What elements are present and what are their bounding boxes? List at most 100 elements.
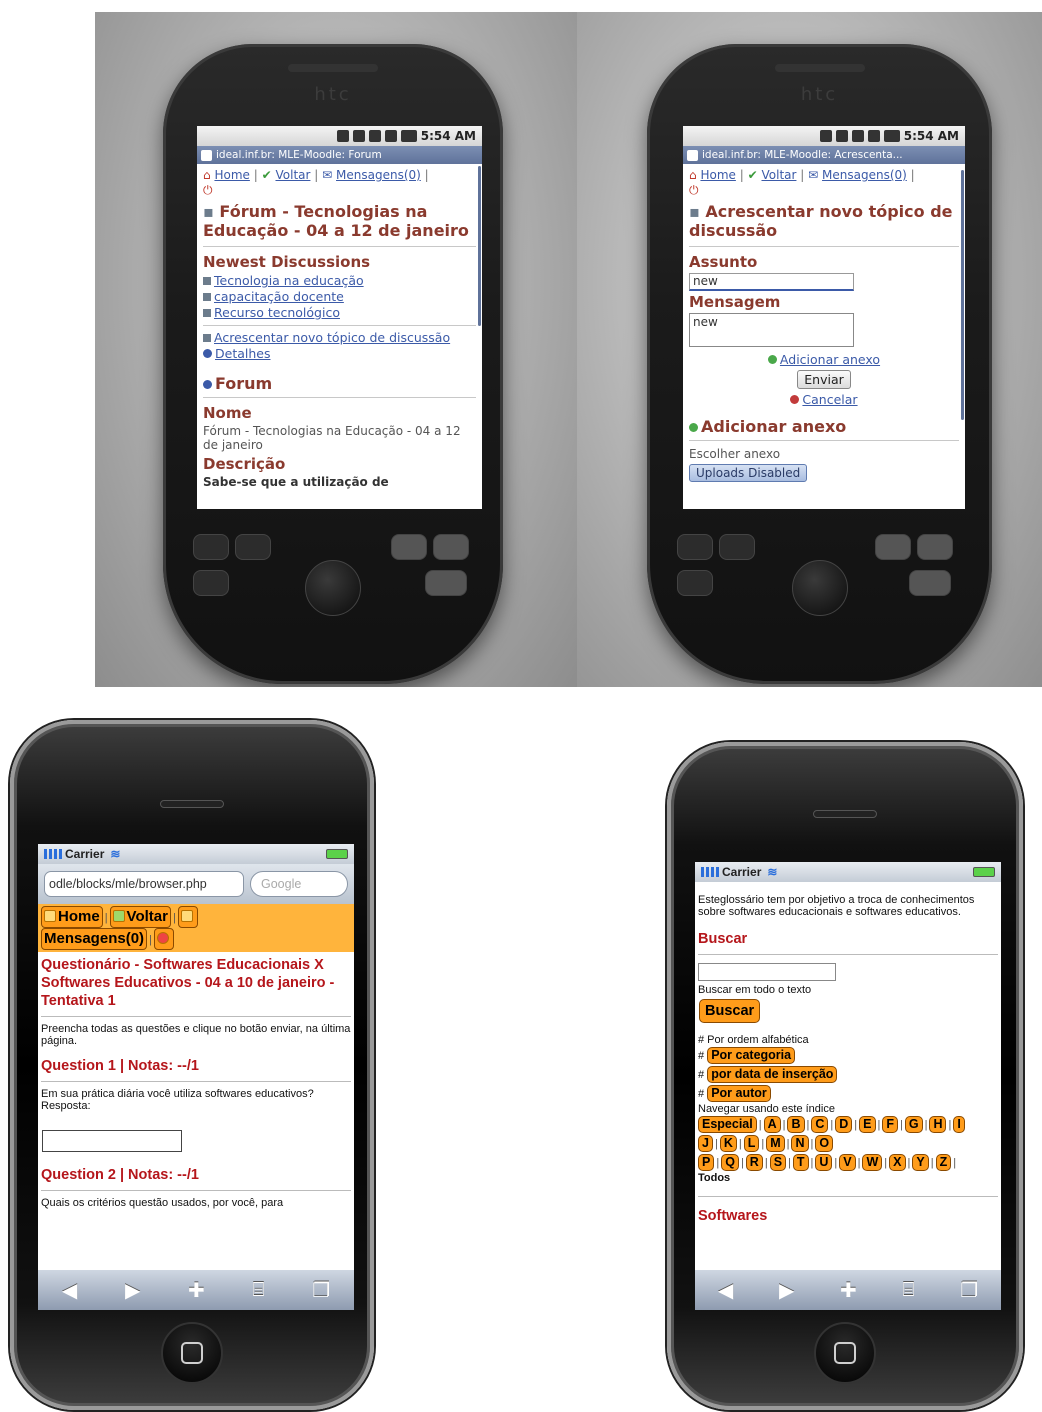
- home-link[interactable]: Home: [700, 168, 735, 182]
- end-call-key[interactable]: [425, 570, 467, 596]
- discussion-item[interactable]: Tecnologia na educação: [203, 273, 476, 289]
- letter-button[interactable]: I: [953, 1116, 965, 1133]
- add-topic-link[interactable]: Acrescentar novo tópico de discussão: [203, 330, 476, 346]
- answer-input[interactable]: [42, 1130, 182, 1152]
- order-author-button[interactable]: Por autor: [707, 1085, 771, 1102]
- all-link[interactable]: Todos: [698, 1172, 998, 1184]
- search-key[interactable]: [433, 534, 469, 560]
- letter-button[interactable]: D: [835, 1116, 853, 1133]
- back-key[interactable]: [875, 534, 911, 560]
- search-input[interactable]: [698, 963, 836, 981]
- trackball[interactable]: [305, 560, 361, 616]
- special-letter-button[interactable]: Especial: [698, 1116, 757, 1133]
- letter-button[interactable]: H: [929, 1116, 947, 1133]
- safari-toolbar: ◀ ▶ ✚ ⌸ ❐: [38, 1270, 354, 1310]
- search-key[interactable]: [917, 534, 953, 560]
- forward-arrow-icon[interactable]: ▶: [125, 1278, 140, 1303]
- call-key[interactable]: [193, 534, 229, 560]
- letter-button[interactable]: G: [904, 1116, 923, 1133]
- add-attachment-link[interactable]: Adicionar anexo: [689, 352, 959, 367]
- bookmarks-icon[interactable]: ⌸: [903, 1279, 915, 1302]
- letter-button[interactable]: F: [882, 1116, 898, 1133]
- back-button[interactable]: Voltar: [109, 906, 171, 928]
- home-key[interactable]: [193, 570, 229, 596]
- battery-icon: [883, 130, 900, 142]
- home-hardware-button[interactable]: [814, 1322, 876, 1384]
- home-square-icon: [181, 1342, 203, 1364]
- scrollbar[interactable]: [478, 166, 481, 326]
- pages-icon[interactable]: ❐: [312, 1278, 330, 1303]
- send-button[interactable]: Enviar: [797, 370, 851, 389]
- letter-button[interactable]: Y: [912, 1154, 929, 1171]
- quiz-instructions: Preencha todas as questões e clique no b…: [41, 1023, 351, 1047]
- plus-icon[interactable]: ✚: [188, 1278, 205, 1303]
- info-icon: [203, 349, 212, 358]
- letter-button[interactable]: M: [766, 1135, 785, 1152]
- letter-button[interactable]: T: [792, 1154, 809, 1171]
- menu-key[interactable]: [235, 534, 271, 560]
- home-key[interactable]: [677, 570, 713, 596]
- letter-button[interactable]: L: [743, 1135, 760, 1152]
- letter-button[interactable]: E: [859, 1116, 876, 1133]
- letter-button[interactable]: B: [787, 1116, 805, 1133]
- trackball[interactable]: [791, 560, 848, 616]
- address-bar: odle/blocks/mle/browser.php Google: [38, 864, 354, 904]
- order-alpha-label: # Por ordem alfabética: [698, 1034, 809, 1046]
- back-arrow-icon[interactable]: ◀: [62, 1278, 77, 1303]
- search-all-text-label: Buscar em todo o texto: [698, 984, 812, 996]
- subject-input[interactable]: new: [689, 273, 854, 291]
- letter-button[interactable]: Z: [935, 1154, 952, 1171]
- end-call-key[interactable]: [909, 570, 951, 596]
- scrollbar[interactable]: [961, 170, 964, 420]
- letter-button[interactable]: Q: [721, 1154, 739, 1171]
- logout-button[interactable]: [153, 928, 174, 950]
- letter-button[interactable]: P: [698, 1154, 715, 1171]
- search-button[interactable]: Buscar: [699, 999, 761, 1023]
- letter-button[interactable]: K: [719, 1135, 737, 1152]
- letter-button[interactable]: J: [698, 1135, 713, 1152]
- speaker-grille: [288, 64, 378, 72]
- uploads-disabled-button[interactable]: Uploads Disabled: [689, 464, 808, 482]
- order-date-button[interactable]: por data de inserção: [707, 1066, 838, 1083]
- forward-arrow-icon[interactable]: ▶: [779, 1278, 794, 1303]
- details-link[interactable]: Detalhes: [203, 346, 476, 362]
- home-link[interactable]: Home: [214, 168, 249, 182]
- home-button[interactable]: Home: [41, 906, 103, 928]
- letter-button[interactable]: U: [815, 1154, 833, 1171]
- discussion-item[interactable]: capacitação docente: [203, 289, 476, 305]
- back-link[interactable]: Voltar: [761, 168, 796, 182]
- pages-icon[interactable]: ❐: [960, 1278, 978, 1303]
- back-arrow-icon[interactable]: ◀: [718, 1278, 733, 1303]
- url-field[interactable]: odle/blocks/mle/browser.php: [44, 871, 244, 897]
- cancel-link[interactable]: Cancelar: [689, 392, 959, 407]
- letter-button[interactable]: N: [791, 1135, 809, 1152]
- plus-icon[interactable]: ✚: [840, 1278, 857, 1303]
- back-key[interactable]: [391, 534, 427, 560]
- nav-bar: Home | Voltar | Mensagens(0) |: [38, 904, 354, 952]
- order-category-button[interactable]: Por categoria: [707, 1047, 796, 1064]
- letter-button[interactable]: W: [862, 1154, 883, 1171]
- search-field[interactable]: Google: [250, 871, 348, 897]
- letter-button[interactable]: S: [769, 1154, 787, 1171]
- messages-button[interactable]: Mensagens(0): [41, 928, 148, 950]
- logout-icon[interactable]: ⏻: [689, 183, 699, 197]
- back-link[interactable]: Voltar: [275, 168, 310, 182]
- messages-icon-button[interactable]: [177, 906, 198, 928]
- letter-button[interactable]: R: [745, 1154, 763, 1171]
- letter-button[interactable]: O: [815, 1135, 834, 1152]
- call-key[interactable]: [677, 534, 713, 560]
- letter-button[interactable]: X: [889, 1154, 906, 1171]
- htc-logo: htc: [800, 84, 839, 105]
- message-textarea[interactable]: new: [689, 313, 854, 347]
- bookmarks-icon[interactable]: ⌸: [253, 1279, 265, 1302]
- letter-button[interactable]: V: [839, 1154, 856, 1171]
- letters-row-1: Especial | A | B | C | D | E | F | G | H | I: [698, 1115, 998, 1134]
- logout-icon[interactable]: ⏻: [203, 183, 213, 197]
- letter-button[interactable]: A: [763, 1116, 781, 1133]
- discussion-item[interactable]: Recurso tecnológico: [203, 305, 476, 321]
- menu-key[interactable]: [719, 534, 755, 560]
- home-hardware-button[interactable]: [161, 1322, 223, 1384]
- messages-link[interactable]: Mensagens(0): [822, 168, 907, 182]
- messages-link[interactable]: Mensagens(0): [336, 168, 421, 182]
- letter-button[interactable]: C: [811, 1116, 829, 1133]
